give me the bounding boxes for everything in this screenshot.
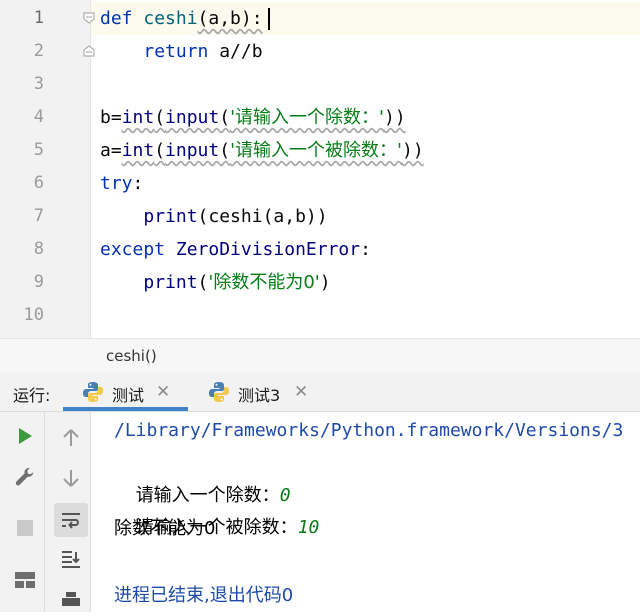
down-arrow-icon: [63, 470, 79, 487]
code-token: (: [219, 140, 231, 161]
code-token: a//b: [219, 41, 263, 62]
scroll-up-button[interactable]: [56, 423, 86, 453]
code-line-4[interactable]: b=int(input('请输入一个除数：')): [100, 101, 406, 134]
console-line-result: 除数不能为0: [114, 518, 216, 539]
code-token: :: [132, 173, 144, 194]
line-number: 1: [33, 8, 44, 28]
tab-label: 测试: [112, 386, 145, 405]
line-number: 4: [33, 107, 44, 127]
code-token: ZeroDivisionError: [175, 239, 361, 260]
code-token: (a,b):: [197, 8, 263, 29]
layout-icon: [15, 572, 35, 588]
code-token: def: [100, 8, 144, 29]
code-token: (ceshi(a,b)): [197, 206, 328, 227]
code-token: ceshi: [143, 8, 198, 29]
code-token: (: [154, 140, 166, 161]
tab-run-ceshi[interactable]: 测试 ✕: [82, 373, 188, 411]
code-token: print: [143, 272, 198, 293]
code-line-7[interactable]: print(ceshi(a,b)): [100, 200, 328, 233]
code-token: try: [100, 173, 133, 194]
line-number: 6: [33, 173, 44, 193]
scroll-to-end-button[interactable]: [56, 544, 86, 574]
code-token: '请输入一个除数：': [230, 107, 384, 128]
run-label: 运行:: [13, 386, 51, 405]
soft-wrap-button[interactable]: [54, 503, 88, 537]
console-line-prompt-2: 请输入一个被除数：10: [114, 480, 320, 538]
code-token: int: [121, 107, 155, 128]
tab-label: 测试3: [238, 386, 281, 405]
python-icon: [209, 382, 229, 402]
text-caret: [268, 8, 270, 30]
toolbar-separator: [44, 412, 45, 612]
line-number: 9: [33, 272, 44, 292]
line-number: 8: [33, 239, 44, 259]
active-tab-indicator: [63, 407, 188, 411]
breadcrumb-bar: ceshi(): [0, 338, 640, 374]
breadcrumb[interactable]: ceshi(): [106, 347, 157, 365]
code-token: input: [165, 140, 220, 161]
code-token: (: [154, 107, 166, 128]
code-token: )): [383, 107, 406, 128]
code-token: int: [121, 140, 155, 161]
code-line-2[interactable]: return a//b: [100, 35, 263, 68]
code-line-5[interactable]: a=int(input('请输入一个被除数：')): [100, 134, 424, 167]
soft-wrap-icon: [62, 513, 80, 529]
close-icon[interactable]: ✕: [156, 382, 170, 402]
code-token: return: [143, 41, 220, 62]
stop-icon: [17, 520, 33, 536]
code-token: except: [100, 239, 176, 260]
code-line-9[interactable]: print('除数不能为0'): [100, 266, 331, 299]
code-line-8[interactable]: except ZeroDivisionError:: [100, 233, 371, 266]
line-number: 10: [23, 305, 44, 325]
line-number: 3: [33, 74, 44, 94]
console-line-path: /Library/Frameworks/Python.framework/Ver…: [114, 420, 624, 441]
code-token: (: [197, 272, 209, 293]
wrench-icon: [15, 468, 34, 486]
layout-button[interactable]: [10, 565, 40, 595]
scroll-down-button[interactable]: [56, 463, 86, 493]
scroll-to-end-icon: [62, 551, 80, 568]
code-token: a=: [100, 140, 122, 161]
close-icon[interactable]: ✕: [294, 382, 308, 402]
python-icon: [83, 382, 103, 402]
code-line-1[interactable]: def ceshi(a,b):: [100, 2, 263, 35]
fold-marker-icon[interactable]: [83, 45, 95, 57]
code-token: b=: [100, 107, 122, 128]
code-line-6[interactable]: try:: [100, 167, 143, 200]
settings-button[interactable]: [10, 462, 40, 492]
console-user-input: 10: [297, 517, 320, 538]
tab-run-ceshi3[interactable]: 测试3 ✕: [208, 373, 312, 411]
current-line-highlight: [0, 2, 640, 35]
code-token: ): [319, 272, 331, 293]
run-icon: [19, 428, 32, 444]
console-line-exit: 进程已结束,退出代码0: [114, 585, 294, 606]
line-number: 5: [33, 140, 44, 160]
console-line-prompt-1: 请输入一个除数：0: [114, 448, 291, 506]
code-token: :: [360, 239, 371, 260]
rerun-button[interactable]: [10, 421, 40, 451]
code-token: print: [143, 206, 198, 227]
code-token: '除数不能为0': [208, 272, 320, 293]
code-token: (: [219, 107, 231, 128]
code-editor[interactable]: 1 2 3 4 5 6 7 8 9 10 def ceshi(a,b): ret…: [0, 0, 640, 338]
code-token: )): [401, 140, 424, 161]
code-token: input: [165, 107, 220, 128]
fold-marker-icon[interactable]: [83, 12, 95, 24]
print-icon: [62, 592, 80, 606]
stop-button[interactable]: [10, 513, 40, 543]
code-token: '请输入一个被除数：': [230, 140, 402, 161]
up-arrow-icon: [63, 429, 79, 446]
line-number: 2: [33, 41, 44, 61]
line-number: 7: [33, 206, 44, 226]
